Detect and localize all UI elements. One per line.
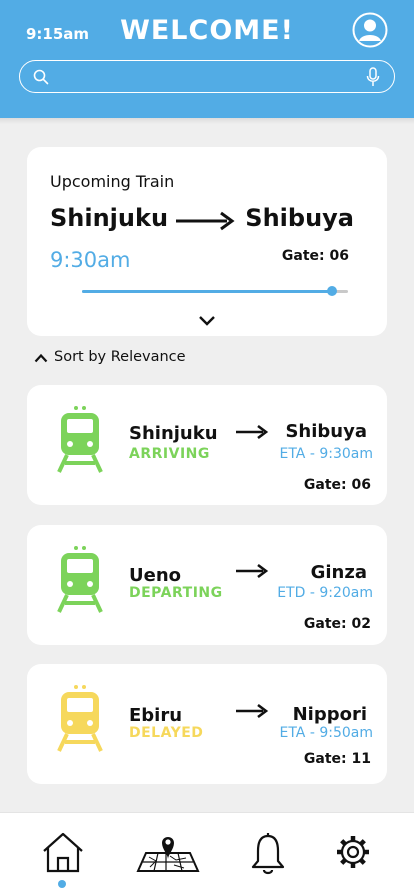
train-card[interactable]: Ebiru DELAYED Nippori ETA - 9:50am Gate:… <box>27 664 387 784</box>
arrow-right-icon <box>236 424 269 440</box>
train-gate: Gate: 06 <box>303 477 371 493</box>
gear-icon[interactable] <box>335 831 371 875</box>
train-eta: ETA - 9:30am <box>279 446 374 462</box>
trip-progress-knob <box>327 286 338 296</box>
home-icon[interactable] <box>41 831 85 875</box>
trip-progress-fill <box>82 290 333 293</box>
upcoming-gate: Gate: 06 <box>281 248 349 264</box>
microphone-icon[interactable] <box>366 67 380 87</box>
search-input[interactable] <box>58 65 358 89</box>
train-gate: Gate: 02 <box>303 616 371 632</box>
app-header: 9:15am WELCOME! <box>0 0 414 118</box>
train-icon <box>57 406 103 473</box>
user-circle-icon[interactable] <box>352 12 388 48</box>
train-card[interactable]: Ueno DEPARTING Ginza ETD - 9:20am Gate: … <box>27 525 387 645</box>
train-to: Ginza <box>310 562 367 583</box>
upcoming-to-station: Shibuya <box>245 204 354 232</box>
bell-icon[interactable] <box>250 831 286 875</box>
train-from: Ebiru <box>129 705 183 726</box>
train-eta: ETA - 9:50am <box>279 725 374 741</box>
chevron-down-icon[interactable] <box>198 315 216 327</box>
upcoming-label: Upcoming Train <box>50 172 175 191</box>
train-gate: Gate: 11 <box>303 751 371 767</box>
trip-progress-bar <box>82 286 348 296</box>
upcoming-from-station: Shinjuku <box>50 204 169 232</box>
train-from: Shinjuku <box>129 423 218 444</box>
train-from: Ueno <box>129 565 182 586</box>
chevron-up-icon <box>34 353 48 363</box>
upcoming-train-card[interactable]: Upcoming Train Shinjuku Shibuya 9:30am G… <box>27 147 387 336</box>
arrow-right-icon <box>176 211 235 231</box>
arrow-right-icon <box>236 563 269 579</box>
train-status: DEPARTING <box>129 585 223 601</box>
train-status: ARRIVING <box>129 446 210 462</box>
map-icon[interactable] <box>136 831 200 875</box>
sort-label: Sort by Relevance <box>54 349 186 365</box>
train-to: Nippori <box>292 704 367 725</box>
search-icon[interactable] <box>32 68 50 86</box>
arrow-right-icon <box>236 703 269 719</box>
search-bar[interactable] <box>19 60 395 93</box>
bottom-nav <box>0 812 414 896</box>
train-icon <box>57 546 103 613</box>
header-shadow <box>0 118 414 124</box>
active-tab-indicator <box>58 880 66 888</box>
train-card[interactable]: Shinjuku ARRIVING Shibuya ETA - 9:30am G… <box>27 385 387 505</box>
train-eta: ETD - 9:20am <box>277 585 373 601</box>
upcoming-time: 9:30am <box>50 248 131 272</box>
train-status: DELAYED <box>129 725 204 741</box>
train-icon <box>57 685 103 752</box>
train-to: Shibuya <box>285 421 367 442</box>
